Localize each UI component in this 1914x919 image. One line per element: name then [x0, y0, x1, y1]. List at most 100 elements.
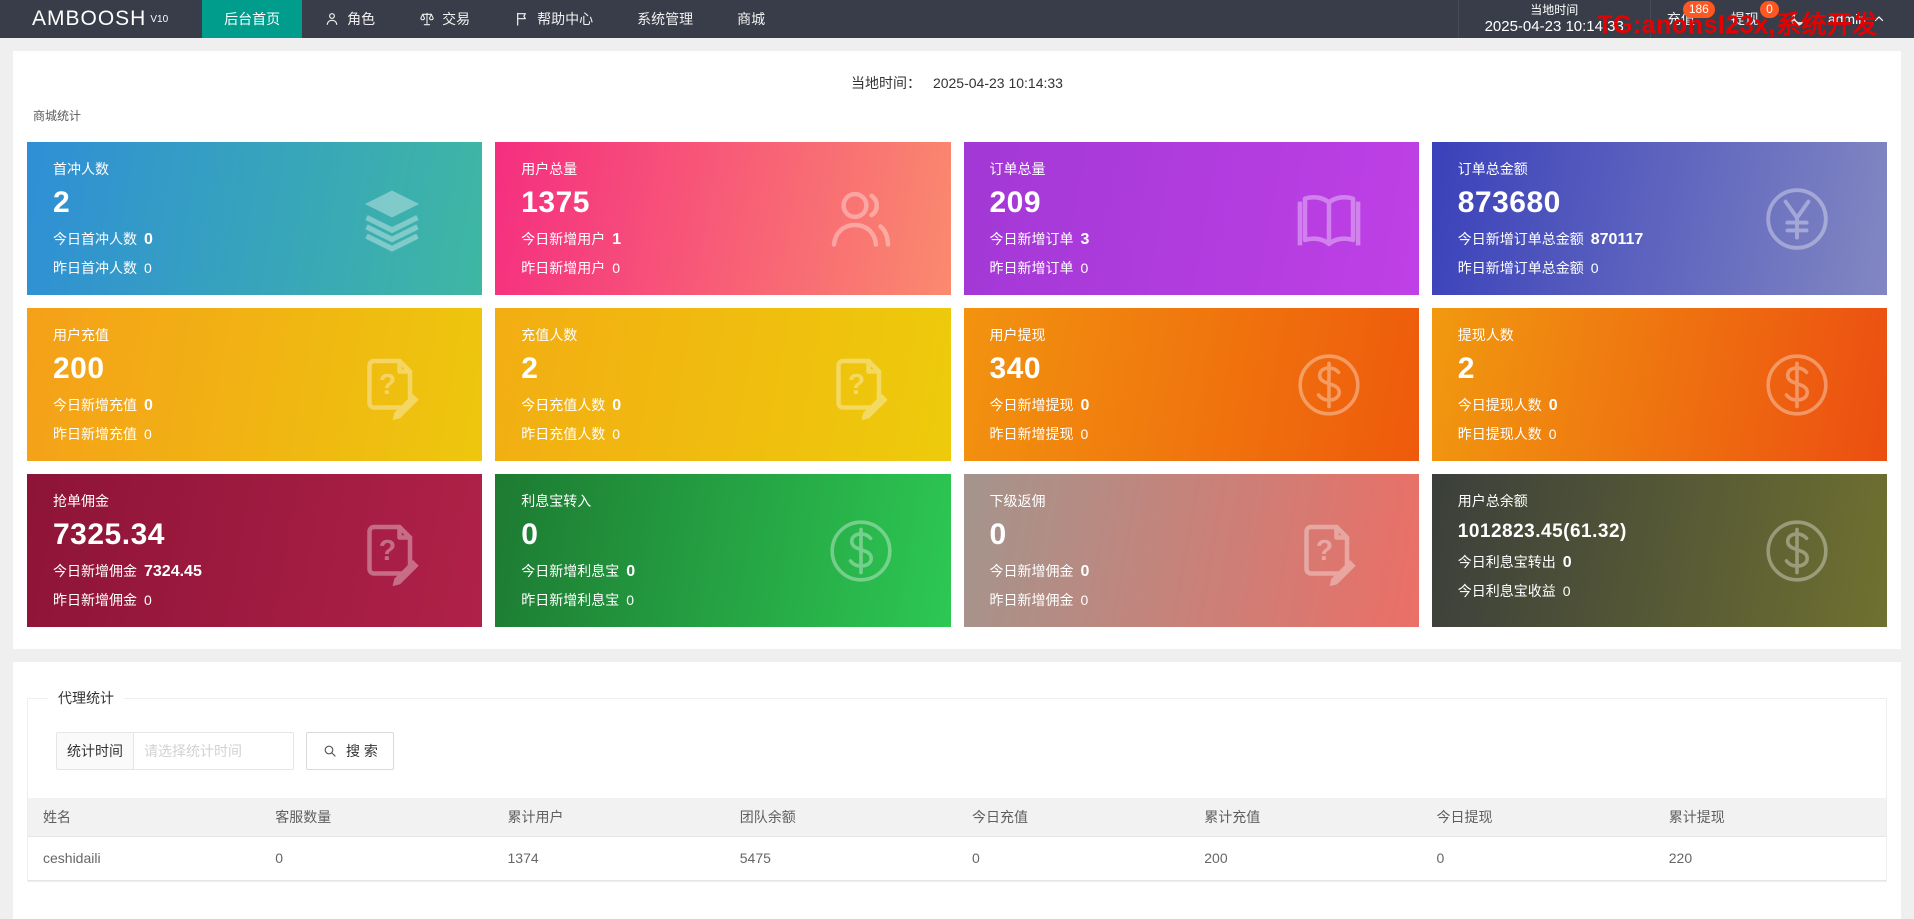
search-button[interactable]: 搜 索: [306, 732, 394, 770]
table-header-row: 姓名 客服数量 累计用户 团队余额 今日充值 累计充值 今日提现 累计提现: [28, 798, 1886, 837]
stat-card-line-label: 昨日充值人数: [521, 426, 606, 442]
stat-card-line-label: 今日新增用户: [521, 231, 606, 247]
table-cell: 5475: [724, 836, 957, 881]
panel-time-value: 2025-04-23 10:14:33: [932, 75, 1063, 91]
stat-card-title: 提现人数: [1457, 327, 1514, 343]
stat-card-line: 昨日新增利息宝 0: [521, 590, 924, 610]
nav-withdraw[interactable]: 提现 0: [1715, 0, 1779, 38]
withdraw-count-badge: 0: [1760, 1, 1779, 18]
stat-card-line-value: 0: [626, 592, 635, 608]
stat-card-title: 订单总金额: [1457, 161, 1528, 177]
nav-recharge[interactable]: 充值 186: [1651, 0, 1715, 38]
agent-stats-panel: 代理统计 统计时间 搜 索 姓名客服数量累计用户团队余额今日充值累计充值今日提现…: [13, 662, 1901, 919]
stat-card-line-value: 0: [144, 397, 153, 414]
stat-card-line-label: 今日利息宝转出: [1457, 554, 1556, 570]
stat-card-line-value: 0: [626, 563, 636, 580]
mall-stats-panel: 当地时间： 2025-04-23 10:14:33 商城统计 首冲人数 2 今日首冲…: [13, 51, 1901, 649]
stat-card-line-value: 0: [1080, 397, 1090, 414]
stat-time-input[interactable]: [134, 732, 294, 770]
stat-card-5: 充值人数 2 今日充值人数 0 昨日充值人数 0?: [495, 308, 951, 461]
stat-card-line: 昨日新增用户 0: [521, 258, 924, 278]
svg-text:?: ?: [379, 535, 396, 567]
stat-card-line-label: 昨日新增用户: [521, 260, 606, 276]
stat-card-line-value: 0: [144, 592, 152, 608]
flag-icon: [514, 11, 530, 27]
book-icon: [1293, 183, 1365, 255]
stat-card-line-value: 0: [1590, 260, 1599, 276]
table-header-cell: 累计提现: [1653, 798, 1886, 837]
stat-card-line-label: 昨日新增订单总金额: [1457, 260, 1584, 276]
stat-card-line-value: 0: [612, 397, 622, 414]
stat-card-line: 昨日新增佣金 0: [990, 590, 1393, 610]
stat-card-line-value: 870117: [1590, 231, 1644, 248]
search-button-label: 搜 索: [346, 743, 378, 759]
stat-card-line-value: 0: [1080, 563, 1090, 580]
table-cell: 200: [1189, 836, 1422, 881]
stat-cards-grid: 首冲人数 2 今日首冲人数 0 昨日首冲人数 0 用户总量 1375 今日新增用户 1 昨日新增用户…: [27, 142, 1887, 627]
stat-card-title: 用户充值: [53, 327, 109, 343]
agent-filter-row: 统计时间 搜 索: [56, 732, 1886, 770]
app-logo-text: AMBOOSH: [32, 7, 147, 30]
stat-card-line-value: 0: [144, 231, 153, 248]
dollar-icon: [1761, 349, 1833, 421]
stat-card-line: 昨日首冲人数 0: [53, 258, 456, 278]
stat-card-line: 昨日新增订单 0: [990, 258, 1393, 278]
stat-card-line-label: 今日新增充值: [53, 397, 137, 413]
nav-item-1[interactable]: 角色: [302, 0, 397, 38]
recharge-count-badge: 186: [1682, 1, 1715, 18]
stat-card-line-label: 今日新增利息宝: [521, 563, 620, 579]
stat-card-line-value: 0: [1080, 592, 1089, 608]
app-logo[interactable]: AMBOOSH V10: [0, 0, 202, 38]
nav-item-3[interactable]: 帮助中心: [492, 0, 615, 38]
user-menu[interactable]: admin: [1816, 0, 1914, 38]
stat-card-line-value: 3: [1080, 231, 1090, 248]
stat-card-title: 充值人数: [521, 327, 578, 343]
moon-icon[interactable]: [1779, 0, 1816, 38]
stat-card-line-label: 今日充值人数: [521, 397, 606, 413]
layers-icon: [356, 183, 428, 255]
table-cell: 0: [260, 836, 493, 881]
stat-card-2: 订单总量 209 今日新增订单 3 昨日新增订单 0: [963, 142, 1419, 295]
nav-item-2[interactable]: 交易: [397, 0, 492, 38]
app-logo-version: V10: [150, 13, 169, 25]
table-cell: ceshidaili: [28, 836, 261, 881]
dollar-icon: [1761, 515, 1833, 587]
scales-icon: [419, 11, 435, 27]
stat-card-line-label: 今日利息宝收益: [1457, 583, 1556, 599]
stat-card-1: 用户总量 1375 今日新增用户 1 昨日新增用户 0: [495, 142, 951, 295]
stat-card-line-label: 昨日新增提现: [989, 426, 1074, 442]
stat-card-line-value: 1: [612, 231, 622, 248]
table-row: ceshidaili 0 1374 5475 0 200 0 220: [28, 836, 1886, 881]
nav-item-5[interactable]: 商城: [715, 0, 787, 38]
stat-card-title: 订单总量: [989, 161, 1046, 177]
stat-card-line-label: 昨日新增佣金: [989, 592, 1074, 608]
stat-card-line: 昨日新增提现 0: [990, 424, 1393, 444]
stat-card-8: 抢单佣金 7325.34 今日新增佣金 7324.45 昨日新增佣金 0?: [27, 474, 483, 627]
dollar-icon: [825, 515, 897, 587]
stat-card-line-label: 今日首冲人数: [53, 231, 137, 247]
nav-item-label: 后台首页: [224, 11, 281, 27]
nav-item-4[interactable]: 系统管理: [615, 0, 715, 38]
dollar-icon: [1293, 349, 1365, 421]
yen-icon: [1761, 183, 1833, 255]
main-menu: 后台首页 角色 交易 帮助中心 系统管理 商城: [202, 0, 787, 38]
stat-card-line: 昨日新增佣金 0: [53, 590, 456, 610]
stat-card-line-label: 昨日新增充值: [53, 426, 137, 442]
stat-time-label: 统计时间: [56, 732, 134, 770]
stat-card-line-value: 0: [144, 260, 152, 276]
svg-text:?: ?: [379, 369, 396, 401]
stat-card-7: 提现人数 2 今日提现人数 0 昨日提现人数 0: [1431, 308, 1887, 461]
stat-card-line-value: 0: [612, 260, 621, 276]
stat-card-title: 抢单佣金: [53, 493, 109, 509]
stat-card-line: 昨日提现人数 0: [1458, 424, 1861, 444]
stat-card-title: 首冲人数: [53, 161, 109, 177]
username: admin: [1827, 11, 1866, 27]
stat-card-line-value: 0: [144, 426, 152, 442]
stat-card-title: 利息宝转入: [521, 493, 592, 509]
local-time-label: 当地时间: [1530, 3, 1579, 17]
table-cell: 220: [1653, 836, 1886, 881]
nav-item-0[interactable]: 后台首页: [202, 0, 303, 38]
users-icon: [825, 183, 897, 255]
doc-edit-icon: ?: [1293, 515, 1365, 587]
stat-card-line-value: 0: [1548, 397, 1558, 414]
